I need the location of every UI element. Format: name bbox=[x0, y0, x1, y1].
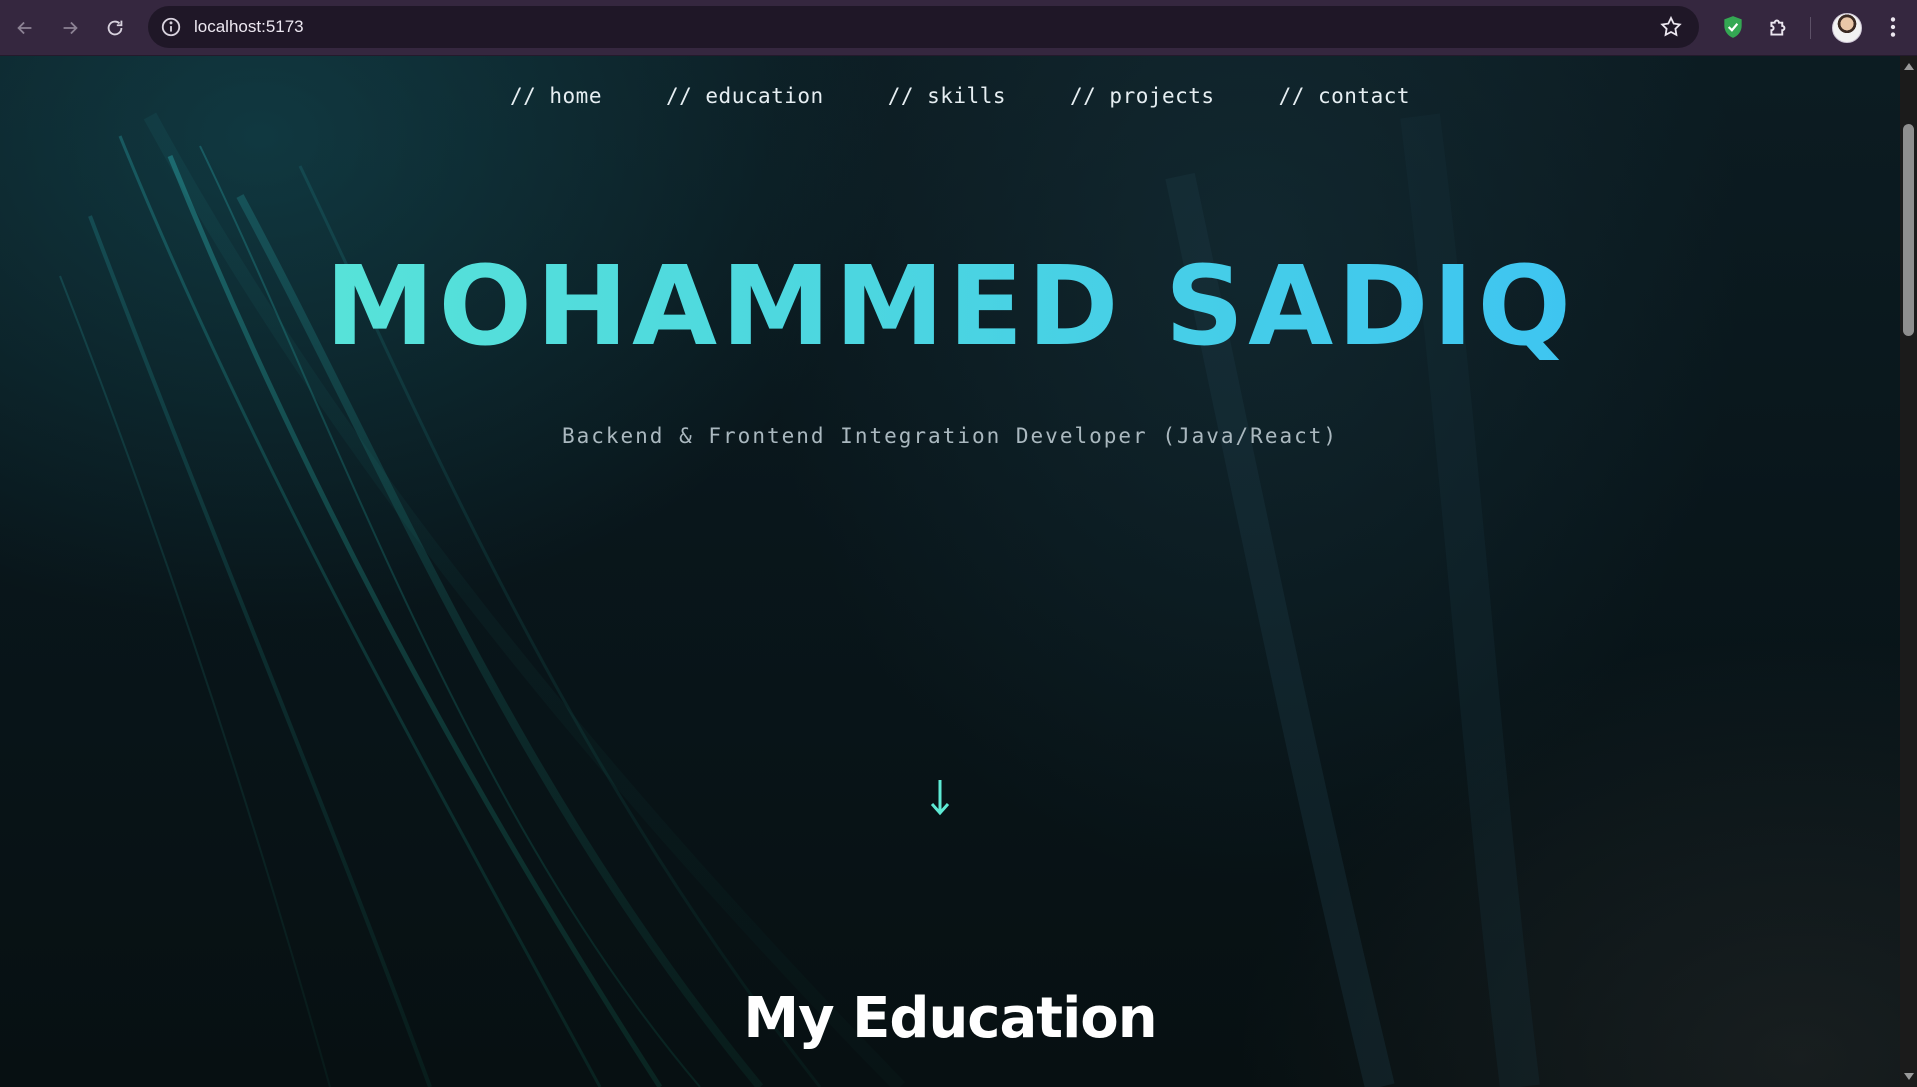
forward-arrow-icon[interactable] bbox=[52, 10, 88, 46]
site-nav: // home // education // skills // projec… bbox=[0, 84, 1900, 108]
nav-link-projects[interactable]: // projects bbox=[1070, 84, 1215, 108]
url-text[interactable]: localhost:5173 bbox=[194, 17, 304, 37]
scrollbar-thumb[interactable] bbox=[1903, 124, 1914, 336]
scroll-down-arrow-button[interactable] bbox=[1904, 1073, 1914, 1080]
address-bar[interactable]: localhost:5173 bbox=[148, 6, 1699, 48]
education-section-title: My Education bbox=[743, 986, 1157, 1051]
browser-toolbar: localhost:5173 bbox=[0, 0, 1917, 56]
background-curtain-graphic bbox=[59, 112, 1540, 1087]
nav-link-education[interactable]: // education bbox=[666, 84, 824, 108]
page-viewport: // home // education // skills // projec… bbox=[0, 56, 1900, 1087]
star-icon[interactable] bbox=[1659, 15, 1683, 39]
nav-link-home[interactable]: // home bbox=[510, 84, 602, 108]
reload-icon[interactable] bbox=[97, 10, 133, 46]
back-arrow-icon[interactable] bbox=[7, 10, 43, 46]
site-info-icon[interactable] bbox=[160, 16, 182, 38]
page-scrollbar[interactable] bbox=[1900, 56, 1917, 1087]
more-menu-icon[interactable] bbox=[1880, 14, 1906, 40]
avatar[interactable] bbox=[1832, 13, 1862, 43]
shield-extension-icon[interactable] bbox=[1720, 14, 1746, 40]
nav-link-contact[interactable]: // contact bbox=[1279, 84, 1410, 108]
puzzle-extension-icon[interactable] bbox=[1766, 14, 1792, 40]
toolbar-divider bbox=[1810, 17, 1811, 39]
hero-subtitle: Backend & Frontend Integration Developer… bbox=[561, 424, 1339, 448]
scroll-up-arrow-icon[interactable] bbox=[1904, 63, 1914, 70]
hero-name: MOHAMMED SADIQ bbox=[0, 251, 1900, 361]
nav-link-skills[interactable]: // skills bbox=[888, 84, 1006, 108]
scroll-down-arrow-icon[interactable] bbox=[926, 776, 954, 818]
